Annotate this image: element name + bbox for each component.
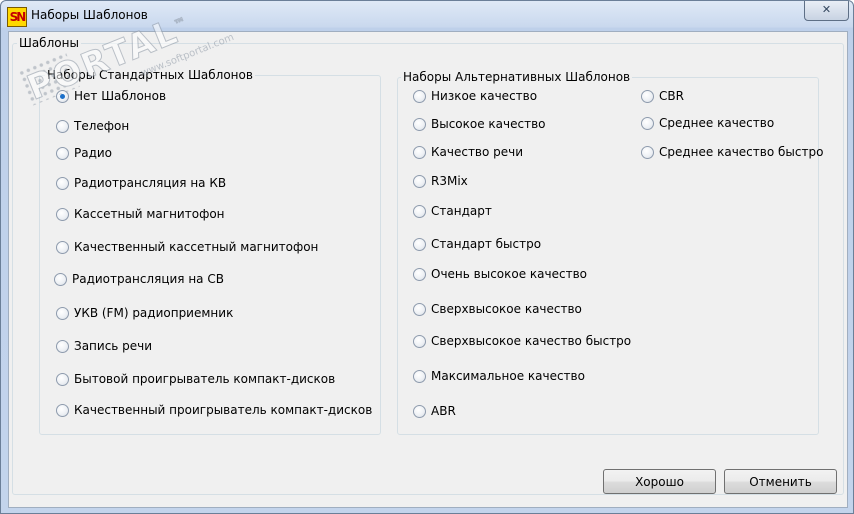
alternative-radio-label: Среднее качество быстро <box>659 145 824 159</box>
alternative-radio-item[interactable]: Среднее качество <box>641 116 774 130</box>
standard-radio-item[interactable]: Радиотрансляция на СВ <box>54 272 224 286</box>
alternative-radio-item[interactable]: Максимальное качество <box>413 369 585 383</box>
radio-unchecked-icon[interactable] <box>56 207 69 221</box>
standard-radio-label: Нет Шаблонов <box>74 89 167 103</box>
standard-radio-label: Качественный кассетный магнитофон <box>74 240 319 254</box>
radio-unchecked-icon[interactable] <box>56 372 69 386</box>
standard-radio-item[interactable]: Качественный проигрыватель компакт-диско… <box>56 403 372 417</box>
title-bar[interactable]: SN Наборы Шаблонов ✕ <box>1 1 853 31</box>
radio-unchecked-icon[interactable] <box>56 146 69 160</box>
radio-unchecked-icon[interactable] <box>56 306 69 320</box>
ok-button[interactable]: Хорошо <box>603 469 716 494</box>
radio-unchecked-icon[interactable] <box>413 237 426 251</box>
radio-checked-icon[interactable] <box>56 89 69 103</box>
alternative-radio-label: Максимальное качество <box>431 369 585 383</box>
alternative-radio-item[interactable]: R3Mix <box>413 174 468 188</box>
client-area: Шаблоны Наборы Стандартных Шаблонов Нет … <box>8 31 848 508</box>
radio-unchecked-icon[interactable] <box>56 240 69 254</box>
alternative-templates-group: Наборы Альтернативных Шаблонов Низкое ка… <box>397 70 823 435</box>
standard-radio-label: Радиотрансляция на КВ <box>74 176 227 190</box>
radio-unchecked-icon[interactable] <box>413 89 426 103</box>
alternative-radio-label: Среднее качество <box>659 116 775 130</box>
radio-unchecked-icon[interactable] <box>54 272 67 286</box>
standard-radio-label: Бытовой проигрыватель компакт-дисков <box>74 372 336 386</box>
standard-templates-group: Наборы Стандартных Шаблонов Нет Шаблонов… <box>39 68 381 435</box>
radio-unchecked-icon[interactable] <box>56 176 69 190</box>
standard-radio-label: Телефон <box>74 119 130 133</box>
radio-unchecked-icon[interactable] <box>56 119 69 133</box>
alternative-radio-item[interactable]: CBR <box>641 89 684 103</box>
alternative-radio-item[interactable]: Сверхвысокое качество <box>413 302 582 316</box>
alternative-radio-label: Стандарт быстро <box>431 237 542 251</box>
alternative-radio-label: Низкое качество <box>431 89 538 103</box>
alternative-radio-item[interactable]: ABR <box>413 404 456 418</box>
radio-unchecked-icon[interactable] <box>413 404 426 418</box>
radio-unchecked-icon[interactable] <box>641 89 654 103</box>
standard-radio-item[interactable]: Телефон <box>56 119 129 133</box>
alternative-radio-label: Высокое качество <box>431 117 546 131</box>
radio-unchecked-icon[interactable] <box>641 145 654 159</box>
alternative-radio-item[interactable]: Очень высокое качество <box>413 267 587 281</box>
standard-radio-label: Радиотрансляция на СВ <box>72 272 224 286</box>
alternative-radio-label: Стандарт <box>431 204 492 218</box>
standard-radio-item[interactable]: Кассетный магнитофон <box>56 207 225 221</box>
radio-unchecked-icon[interactable] <box>413 369 426 383</box>
alternative-radio-label: CBR <box>659 89 684 103</box>
alternative-radio-label: ABR <box>431 404 456 418</box>
radio-unchecked-icon[interactable] <box>413 204 426 218</box>
standard-group-title: Наборы Стандартных Шаблонов <box>45 68 255 82</box>
cancel-button[interactable]: Отменить <box>724 469 837 494</box>
standard-radio-item[interactable]: Качественный кассетный магнитофон <box>56 240 318 254</box>
radio-unchecked-icon[interactable] <box>413 302 426 316</box>
dialog-window: SN Наборы Шаблонов ✕ Шаблоны Наборы Стан… <box>0 0 854 514</box>
standard-radio-label: Кассетный магнитофон <box>74 207 225 221</box>
standard-radio-label: УКВ (FM) радиоприемник <box>74 306 234 320</box>
radio-unchecked-icon[interactable] <box>413 117 426 131</box>
alternative-radio-item[interactable]: Низкое качество <box>413 89 537 103</box>
alternative-radio-item[interactable]: Высокое качество <box>413 117 546 131</box>
alternative-radio-label: Сверхвысокое качество быстро <box>431 334 632 348</box>
radio-unchecked-icon[interactable] <box>413 145 426 159</box>
alternative-group-title: Наборы Альтернативных Шаблонов <box>401 70 633 84</box>
close-icon: ✕ <box>821 3 832 16</box>
alternative-radio-item[interactable]: Сверхвысокое качество быстро <box>413 334 631 348</box>
standard-radio-item[interactable]: Запись речи <box>56 339 152 353</box>
templates-group: Шаблоны Наборы Стандартных Шаблонов Нет … <box>12 36 844 495</box>
standard-radio-item[interactable]: Бытовой проигрыватель компакт-дисков <box>56 372 335 386</box>
standard-radio-item[interactable]: Нет Шаблонов <box>56 89 166 103</box>
radio-unchecked-icon[interactable] <box>413 267 426 281</box>
alternative-radio-item[interactable]: Качество речи <box>413 145 523 159</box>
radio-unchecked-icon[interactable] <box>56 403 69 417</box>
app-icon[interactable]: SN <box>7 7 27 27</box>
standard-radio-item[interactable]: Радиотрансляция на КВ <box>56 176 226 190</box>
standard-radio-label: Радио <box>74 146 113 160</box>
alternative-radio-item[interactable]: Стандарт <box>413 204 492 218</box>
standard-radio-item[interactable]: УКВ (FM) радиоприемник <box>56 306 233 320</box>
window-title: Наборы Шаблонов <box>31 8 148 22</box>
alternative-radio-label: Качество речи <box>431 145 524 159</box>
standard-radio-label: Качественный проигрыватель компакт-диско… <box>74 403 373 417</box>
radio-unchecked-icon[interactable] <box>413 174 426 188</box>
alternative-radio-label: R3Mix <box>431 174 468 188</box>
standard-radio-label: Запись речи <box>74 339 153 353</box>
radio-unchecked-icon[interactable] <box>413 334 426 348</box>
radio-unchecked-icon[interactable] <box>56 339 69 353</box>
alternative-radio-item[interactable]: Среднее качество быстро <box>641 145 823 159</box>
templates-group-title: Шаблоны <box>17 36 81 50</box>
alternative-radio-label: Сверхвысокое качество <box>431 302 582 316</box>
radio-unchecked-icon[interactable] <box>641 116 654 130</box>
standard-radio-item[interactable]: Радио <box>56 146 112 160</box>
alternative-radio-item[interactable]: Стандарт быстро <box>413 237 541 251</box>
alternative-radio-label: Очень высокое качество <box>431 267 587 281</box>
close-button[interactable]: ✕ <box>804 1 849 21</box>
